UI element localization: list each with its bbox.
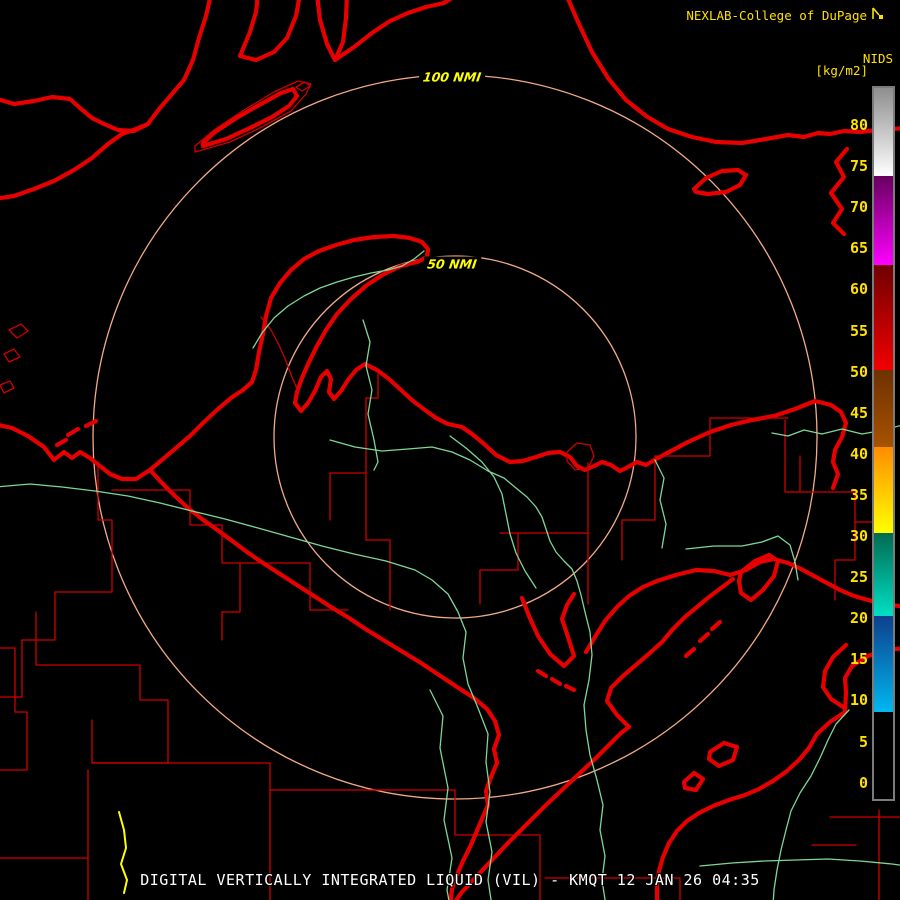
county-lines <box>0 323 29 394</box>
shorelines-state-borders <box>0 233 849 491</box>
color-scale-tick-label: 35 <box>849 485 868 504</box>
rivers-roads <box>654 459 667 549</box>
shorelines-state-borders <box>706 740 740 769</box>
radar-map <box>0 0 900 900</box>
county-lines <box>0 647 28 771</box>
range-ring <box>273 255 637 619</box>
shorelines-state-borders <box>736 552 781 603</box>
rivers-roads <box>329 439 606 900</box>
color-scale-tick-label: 0 <box>858 773 868 792</box>
color-scale-ticks: 80 75 70 65 60 55 50 45 40 35 30 25 20 15 10 5 0 <box>818 0 868 900</box>
shorelines-state-borders <box>519 591 577 669</box>
range-ring <box>92 74 818 800</box>
cod-window-icon <box>871 7 884 23</box>
color-scale-tick-label: 60 <box>849 280 868 299</box>
shorelines-state-borders <box>237 0 260 59</box>
product-title-bar: DIGITAL VERTICALLY INTEGRATED LIQUID (VI… <box>140 871 760 889</box>
county-lines <box>479 532 519 605</box>
color-scale-tick-label: 20 <box>849 609 868 628</box>
county-lines <box>0 465 113 698</box>
map-layers <box>0 0 900 900</box>
color-scale-tick-label: 45 <box>849 403 868 422</box>
range-ring-label: 50 NMI <box>422 256 482 272</box>
color-scale-tick-label: 55 <box>849 321 868 340</box>
range-ring-label: 100 NMI <box>417 69 487 85</box>
color-scale-tick-label: 65 <box>849 239 868 258</box>
color-scale-tick-label: 30 <box>849 527 868 545</box>
county-lines <box>621 417 789 561</box>
rivers-roads <box>429 689 453 900</box>
county-lines <box>35 611 169 764</box>
color-scale-tick-label: 80 <box>849 116 868 134</box>
color-scale-tick-label: 75 <box>849 157 868 176</box>
color-scale-tick-label: 5 <box>858 732 868 751</box>
shorelines-state-borders <box>315 0 349 63</box>
color-scale-tick-label: 15 <box>849 650 868 669</box>
range-rings <box>92 74 818 800</box>
shorelines-state-borders <box>681 770 706 793</box>
shorelines-state-borders <box>332 0 453 63</box>
color-scale-tick-label: 70 <box>849 198 868 217</box>
shorelines-state-borders <box>200 86 300 149</box>
shorelines-state-borders <box>0 94 151 134</box>
county-lines <box>111 489 349 611</box>
color-scale-tick-label: 40 <box>849 444 868 463</box>
county-lines <box>365 472 391 611</box>
radar-display: NEXLAB-College of DuPage NIDS [kg/m2] 80… <box>0 0 900 900</box>
color-scale-bar <box>872 86 895 801</box>
rivers-roads <box>0 483 493 900</box>
shorelines-state-borders <box>54 418 99 448</box>
color-scale-tick-label: 10 <box>849 691 868 710</box>
color-scale-tick-label: 50 <box>849 362 868 381</box>
color-scale-tick-label: 25 <box>849 568 868 587</box>
county-lines <box>221 562 241 641</box>
rivers-roads <box>362 319 379 471</box>
rivers-roads <box>699 858 900 867</box>
shorelines-state-borders <box>583 578 660 655</box>
